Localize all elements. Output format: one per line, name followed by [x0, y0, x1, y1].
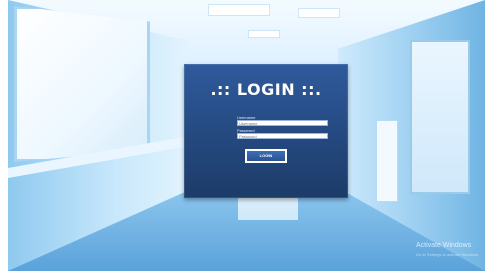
background-door	[410, 40, 470, 194]
activate-windows-title: Activate Windows	[416, 242, 472, 249]
ceiling-light	[298, 8, 340, 18]
login-button[interactable]: LOGIN	[245, 149, 287, 163]
ceiling-light	[208, 4, 270, 16]
activate-windows-subtitle: Go to Settings to activate Windows.	[416, 252, 480, 257]
password-input[interactable]	[237, 133, 328, 139]
username-input[interactable]	[237, 120, 328, 126]
login-panel: .:: LOGIN ::. Username Password LOGIN	[184, 64, 348, 198]
login-page: .:: LOGIN ::. Username Password LOGIN Ac…	[8, 0, 485, 271]
background-window	[14, 6, 150, 162]
background-wall-panel	[376, 120, 398, 202]
login-title: .:: LOGIN ::.	[210, 80, 322, 99]
ceiling-light	[248, 30, 280, 38]
